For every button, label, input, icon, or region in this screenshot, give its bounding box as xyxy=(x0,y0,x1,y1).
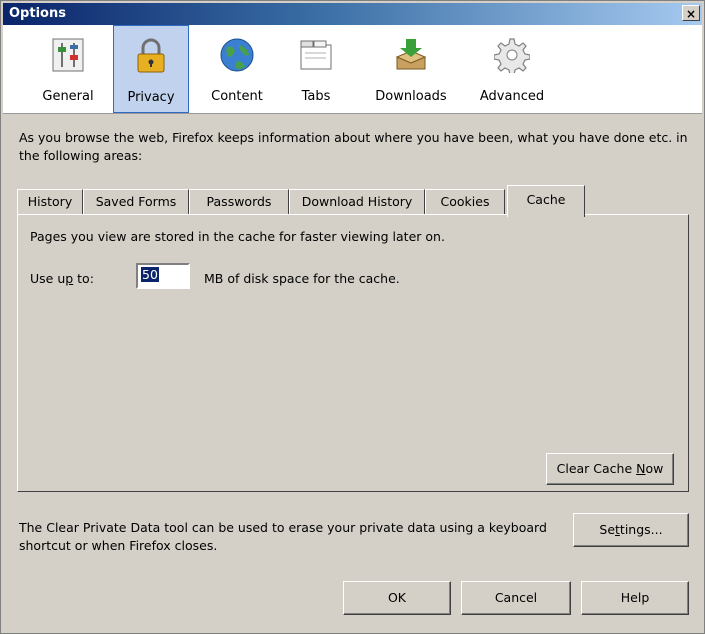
cache-size-label: Use up to: xyxy=(30,271,94,286)
pane-advanced[interactable]: Advanced xyxy=(469,25,555,113)
cache-info-text: Pages you view are stored in the cache f… xyxy=(30,229,445,244)
privacy-tabstrip: History Saved Forms Passwords Download H… xyxy=(17,185,697,217)
pane-label: Tabs xyxy=(301,89,331,104)
tab-history[interactable]: History xyxy=(17,189,83,215)
pane-tabs[interactable]: Tabs xyxy=(285,25,347,113)
cancel-button[interactable]: Cancel xyxy=(461,581,571,615)
close-button[interactable]: × xyxy=(682,5,700,21)
close-icon: × xyxy=(685,7,697,21)
settings-button[interactable]: Settings... xyxy=(573,513,689,547)
title-bar[interactable]: Options × xyxy=(3,3,702,25)
tab-cache[interactable]: Cache xyxy=(507,185,585,217)
download-box-icon xyxy=(395,39,427,70)
tab-download-history[interactable]: Download History xyxy=(289,189,425,215)
pane-label: General xyxy=(42,89,94,104)
ok-button[interactable]: OK xyxy=(343,581,451,615)
clear-cache-now-button[interactable]: Clear Cache Now xyxy=(546,453,674,485)
cache-panel: Pages you view are stored in the cache f… xyxy=(17,214,689,492)
window-title: Options xyxy=(9,6,66,21)
pane-label: Downloads xyxy=(375,89,447,104)
pane-downloads[interactable]: Downloads xyxy=(363,25,459,113)
tabs-icon xyxy=(300,40,332,70)
pane-content[interactable]: Content xyxy=(199,25,275,113)
clear-private-data-text: The Clear Private Data tool can be used … xyxy=(19,520,547,553)
pane-label: Advanced xyxy=(479,89,545,104)
pane-toolbar: General Privacy Content Tabs Downloads A… xyxy=(3,25,702,114)
options-window: Options × General Privacy Content Tabs D… xyxy=(0,0,705,634)
tab-passwords[interactable]: Passwords xyxy=(189,189,289,215)
pane-label: Privacy xyxy=(127,90,175,105)
sliders-icon xyxy=(52,38,84,72)
cache-mb-label: MB of disk space for the cache. xyxy=(204,271,400,286)
pane-privacy[interactable]: Privacy xyxy=(113,25,189,113)
pane-general[interactable]: General xyxy=(33,25,103,113)
globe-icon xyxy=(220,38,254,72)
padlock-icon xyxy=(137,38,165,73)
cache-size-value: 50 xyxy=(141,267,159,282)
help-button[interactable]: Help xyxy=(581,581,689,615)
pane-label: Content xyxy=(211,89,263,104)
tab-cookies[interactable]: Cookies xyxy=(425,189,505,215)
tab-saved-forms[interactable]: Saved Forms xyxy=(83,189,189,215)
cache-size-input[interactable]: 50 xyxy=(136,263,190,289)
gear-icon xyxy=(494,38,530,73)
privacy-description: As you browse the web, Firefox keeps inf… xyxy=(19,130,688,163)
